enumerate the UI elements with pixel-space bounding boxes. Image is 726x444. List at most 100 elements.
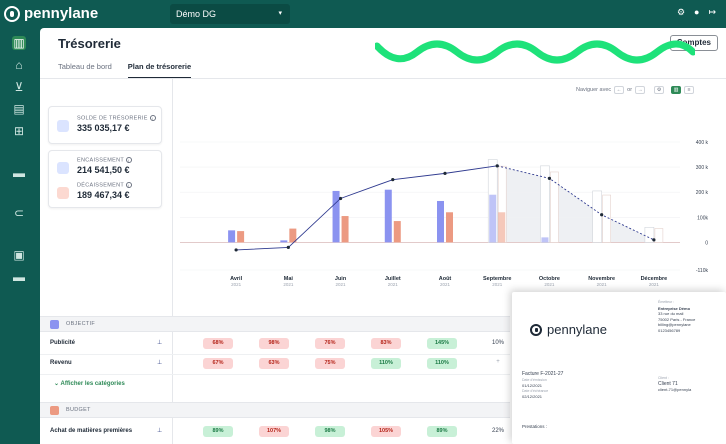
settings-icon[interactable]: ⚙	[654, 86, 665, 94]
help-icon[interactable]: ●	[694, 7, 699, 18]
encaissement-label: ENCAISSEMENT	[77, 157, 124, 164]
row-label-revenu: Revenu	[50, 360, 72, 366]
budget-label: BUDGET	[66, 407, 91, 413]
x-tick-year: 2021	[231, 282, 242, 286]
x-tick-year: 2021	[336, 282, 347, 286]
bar-decaissement	[237, 231, 245, 243]
row-label-achat: Achat de matières premières	[50, 428, 133, 434]
x-tick-year: 2021	[492, 282, 503, 286]
x-tick-year: 2021	[649, 282, 660, 286]
navigate-hint: Naviguer avec	[576, 87, 612, 93]
invoice-client: Client : Client 71 client-71@pennyla	[658, 376, 692, 392]
balance-point	[600, 213, 604, 217]
logout-icon[interactable]: ↦	[708, 7, 716, 18]
chart-toolbar: Naviguer avec ← or → ⚙ ▥ ≡	[576, 86, 695, 94]
folder-icon[interactable]: ▬	[11, 166, 27, 180]
y-tick-label: 400 k	[696, 140, 709, 146]
cell-publicite-avril: 68%	[203, 338, 233, 349]
objectif-label: OBJECTIF	[66, 321, 95, 327]
solde-card: SOLDE DE TRÉSORERIE i 335 035,17 €	[48, 106, 162, 144]
dashboard-icon[interactable]: ▥	[12, 36, 26, 50]
cell-achat-juillet: 105%	[371, 426, 401, 437]
income-icon	[57, 162, 69, 174]
clipboard-icon[interactable]: ▣	[11, 248, 27, 262]
cell-revenu-avril: 67%	[203, 358, 233, 369]
tab-bar: Tableau de bord Plan de trésorerie	[58, 62, 192, 79]
flows-card: ENCAISSEMENT i 214 541,50 € DÉCAISSEMENT…	[48, 150, 162, 208]
invoice-logo: pennylane	[530, 322, 607, 337]
x-tick-year: 2021	[283, 282, 294, 286]
chart-view-button[interactable]: ▥	[671, 86, 682, 94]
grid-icon[interactable]: ⊞	[11, 124, 27, 138]
app-logo[interactable]: pennylane	[4, 5, 98, 22]
bar-decaissement	[341, 216, 349, 243]
folder-2-icon[interactable]: ▬	[11, 270, 27, 284]
arrow-left-key-icon: ←	[614, 86, 625, 94]
bank-balance-icon	[57, 120, 69, 132]
invoice-preview: pennylane Émetteur : Entreprise Démo 33 …	[512, 292, 726, 444]
expense-icon	[57, 187, 69, 199]
pin-icon[interactable]: ⊥	[157, 427, 162, 434]
balance-point	[391, 178, 395, 182]
bank-icon[interactable]: ⌂	[11, 58, 27, 72]
add-icon[interactable]: +	[483, 359, 513, 365]
pin-icon[interactable]: ⊥	[157, 359, 162, 366]
balance-point	[547, 176, 552, 180]
cell-revenu-mai: 63%	[259, 358, 289, 369]
pin-icon[interactable]: ⊥	[157, 339, 162, 346]
y-tick-label: 100k	[697, 215, 708, 221]
info-icon[interactable]: i	[149, 115, 156, 121]
top-icons: ⚙ ● ↦	[677, 7, 716, 18]
balance-point	[443, 171, 447, 175]
encaissement-value: 214 541,50 €	[77, 165, 130, 176]
cell-publicite-juin: 76%	[315, 338, 345, 349]
column-divider	[172, 79, 173, 444]
bar-encaissement	[384, 189, 392, 243]
y-tick-label: 200 k	[696, 190, 709, 196]
bar-encaissement	[489, 194, 497, 243]
solde-label: SOLDE DE TRÉSORERIE	[77, 115, 148, 122]
tab-plan-de-tresorerie[interactable]: Plan de trésorerie	[127, 62, 192, 79]
settings-icon[interactable]: ⚙	[677, 7, 685, 18]
tab-tableau-de-bord[interactable]: Tableau de bord	[58, 62, 112, 79]
decaissement-value: 189 467,34 €	[77, 190, 130, 201]
register-icon[interactable]: ▤	[11, 102, 27, 116]
invoice-meta: Facture F-2021-27 Date d'émission 01/12/…	[522, 371, 564, 399]
x-tick-year: 2021	[440, 282, 451, 286]
chevron-down-icon: ▾	[278, 10, 282, 17]
sidebar: ▥ ⌂ ⊻ ▤ ⊞ ▬ ⊂ ▣ ▬	[0, 28, 40, 444]
cart-icon[interactable]: ⊻	[11, 80, 27, 94]
objectif-section-header: OBJECTIF	[40, 316, 510, 332]
bar-projected	[654, 228, 664, 243]
cell-achat-aout: 89%	[427, 426, 457, 437]
decorative-wave	[375, 40, 695, 64]
show-categories-link[interactable]: ⌄ Afficher les catégories	[54, 380, 125, 387]
info-icon[interactable]: i	[125, 182, 132, 188]
decaissement-label: DÉCAISSEMENT	[77, 182, 124, 189]
pennylane-logo-icon	[530, 323, 542, 336]
balance-point	[652, 238, 656, 242]
cell-achat-juin: 98%	[315, 426, 345, 437]
info-icon[interactable]: i	[125, 157, 132, 163]
row-divider	[40, 374, 510, 375]
cell-revenu-juin: 75%	[315, 358, 345, 369]
bar-decaissement	[393, 221, 401, 243]
bar-encaissement	[332, 190, 340, 243]
y-tick-label: -110k	[696, 268, 709, 274]
bar-encaissement	[437, 200, 444, 243]
y-tick-label: 0	[705, 240, 708, 246]
company-name: Démo DG	[176, 9, 217, 19]
x-tick-year: 2021	[544, 282, 555, 286]
row-divider	[40, 354, 510, 355]
cell-publicite-aout: 145%	[427, 338, 457, 349]
list-view-button[interactable]: ≡	[684, 86, 695, 94]
attachment-icon[interactable]: ⊂	[11, 206, 27, 220]
company-selector[interactable]: Démo DG ▾	[170, 4, 290, 24]
cell-revenu-aout: 110%	[427, 358, 457, 369]
invoice-issuer: Émetteur : Entreprise Démo 33 rue du mai…	[658, 300, 696, 333]
bar-projected	[602, 194, 611, 243]
x-tick-year: 2021	[388, 282, 399, 286]
bar-projected	[592, 190, 602, 243]
cell-achat-avril: 89%	[203, 426, 233, 437]
or-text: or	[627, 87, 633, 93]
